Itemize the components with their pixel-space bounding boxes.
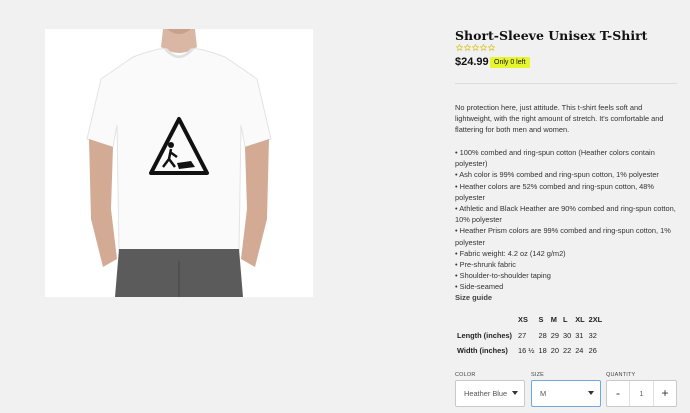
- feature-item: Heather colors are 52% combed and ring-s…: [455, 181, 677, 203]
- table-row: Width (inches) 16 ½ 18 20 22 24 26: [455, 343, 604, 359]
- feature-item: Shoulder-to-shoulder taping: [455, 270, 677, 281]
- size-row-label: Length (inches): [457, 330, 513, 340]
- quantity-increase-button[interactable]: +: [654, 381, 676, 406]
- stock-badge: Only 0 left: [490, 57, 530, 68]
- chevron-down-icon: [512, 391, 518, 395]
- size-table-header-row: XS S M L XL 2XL: [455, 312, 604, 328]
- size-column-header: [455, 312, 516, 328]
- size-cell: 18: [538, 346, 547, 356]
- size-column-header: M: [550, 315, 557, 325]
- size-cell: 26: [588, 346, 597, 356]
- star-outline-icon[interactable]: [472, 44, 479, 51]
- color-label: COLOR: [455, 372, 476, 378]
- size-label: SIZE: [531, 372, 545, 378]
- feature-item: Side-seamed: [455, 281, 677, 292]
- size-cell: 16 ½: [518, 346, 535, 356]
- quantity-decrease-button[interactable]: -: [607, 381, 629, 406]
- product-title: Short-Sleeve Unisex T-Shirt: [455, 28, 648, 43]
- chevron-down-icon: [588, 391, 594, 395]
- product-price: $24.99: [455, 56, 489, 68]
- size-select-value: M: [540, 389, 547, 398]
- size-cell: 27: [518, 330, 527, 340]
- star-outline-icon[interactable]: [456, 44, 463, 51]
- star-outline-icon[interactable]: [464, 44, 471, 51]
- star-outline-icon[interactable]: [488, 44, 495, 51]
- feature-item: Pre-shrunk fabric: [455, 259, 677, 270]
- size-column-header: S: [538, 315, 544, 325]
- feature-item: Athletic and Black Heather are 90% combe…: [455, 203, 677, 225]
- color-select-value: Heather Blue: [464, 389, 508, 398]
- quantity-value[interactable]: 1: [629, 381, 654, 406]
- feature-item: Ash color is 99% combed and ring-spun co…: [455, 169, 677, 180]
- size-column-header: XS: [518, 315, 528, 325]
- table-row: Length (inches) 27 28 29 30 31 32: [455, 328, 604, 344]
- size-cell: 22: [562, 346, 572, 356]
- size-column-header: L: [562, 315, 568, 325]
- size-column-header: XL: [575, 315, 585, 325]
- size-guide-heading: Size guide: [455, 293, 493, 302]
- feature-item: 100% combed and ring-spun cotton (Heathe…: [455, 147, 677, 169]
- tshirt-model-illustration: [86, 29, 272, 297]
- size-cell: 32: [588, 330, 597, 340]
- size-row-label: Width (inches): [457, 346, 508, 356]
- product-image[interactable]: [45, 29, 313, 297]
- size-cell: 31: [575, 330, 584, 340]
- size-cell: 29: [550, 330, 559, 340]
- size-select[interactable]: M: [531, 380, 601, 407]
- feature-list: 100% combed and ring-spun cotton (Heathe…: [455, 147, 677, 293]
- size-cell: 20: [550, 346, 559, 356]
- color-select[interactable]: Heather Blue: [455, 380, 525, 407]
- size-guide-table: XS S M L XL 2XL Length (inches) 27 28 29 30 31 32 Wid…: [455, 312, 604, 359]
- product-description: No protection here, just attitude. This …: [455, 103, 664, 135]
- size-cell: 30: [562, 330, 572, 340]
- feature-item: Fabric weight: 4.2 oz (142 g/m2): [455, 248, 677, 259]
- quantity-label: QUANTITY: [606, 372, 636, 378]
- divider: [455, 83, 677, 84]
- size-cell: 28: [538, 330, 547, 340]
- size-cell: 24: [575, 346, 584, 356]
- feature-item: Heather Prism colors are 99% combed and …: [455, 225, 677, 247]
- quantity-stepper[interactable]: - 1 +: [606, 380, 677, 407]
- star-outline-icon[interactable]: [480, 44, 487, 51]
- rating-stars[interactable]: [456, 44, 495, 53]
- size-column-header: 2XL: [588, 315, 603, 325]
